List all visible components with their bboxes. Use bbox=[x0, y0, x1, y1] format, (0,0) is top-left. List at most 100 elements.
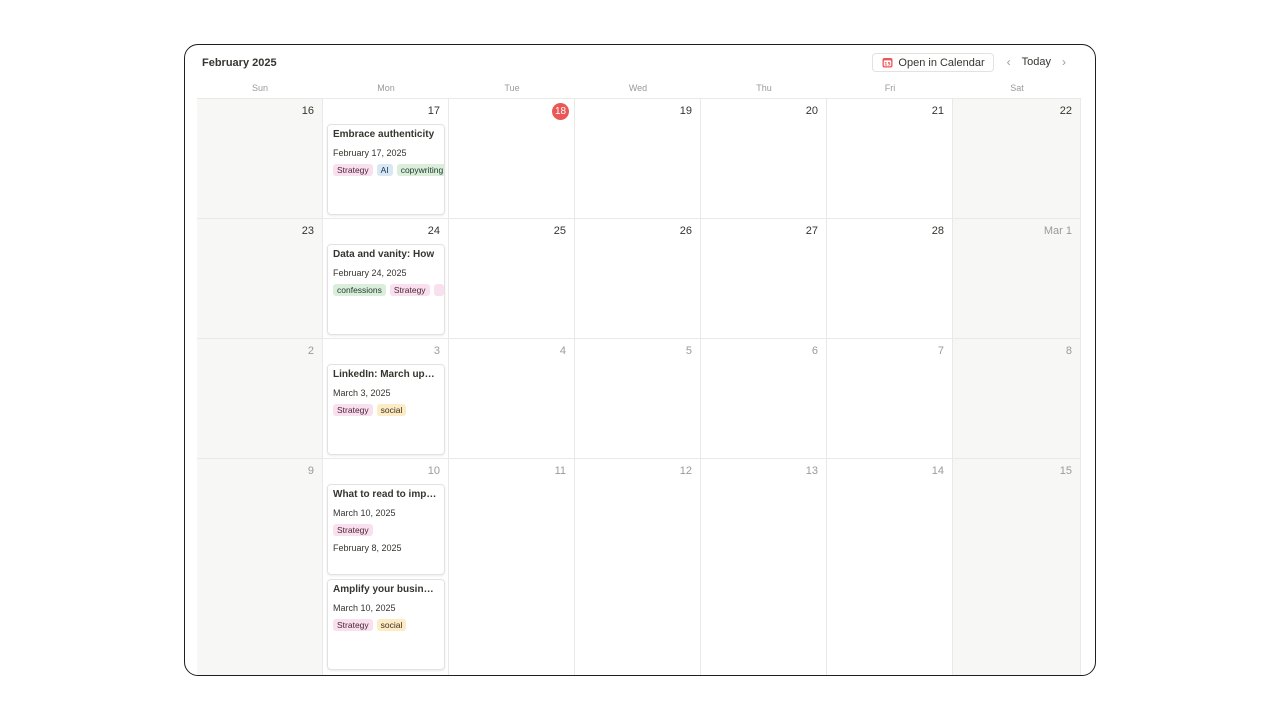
event-card[interactable]: Amplify your business March 10, 2025 Strat… bbox=[327, 579, 445, 670]
weekday-header: Sun Mon Tue Wed Thu Fri Sat bbox=[197, 81, 1081, 95]
day-cell[interactable]: 20 bbox=[701, 99, 827, 219]
day-number: 22 bbox=[1059, 105, 1072, 117]
tag-confessions: confessions bbox=[333, 284, 386, 296]
event-title: What to read to improve bbox=[333, 489, 439, 500]
day-cell[interactable]: 12 bbox=[575, 459, 701, 675]
day-cell[interactable]: 3 LinkedIn: March update March 3, 2025 Stra… bbox=[323, 339, 449, 459]
day-cell[interactable]: 23 bbox=[197, 219, 323, 339]
day-cell[interactable]: 28 bbox=[827, 219, 953, 339]
today-date-badge: 18 bbox=[552, 103, 569, 120]
day-cell[interactable]: 25 bbox=[449, 219, 575, 339]
today-button[interactable]: Today bbox=[1022, 53, 1051, 72]
day-number: 15 bbox=[1059, 465, 1072, 477]
event-date: February 24, 2025 bbox=[333, 268, 407, 278]
event-card[interactable]: Embrace authenticity February 17, 2025 Str… bbox=[327, 124, 445, 215]
day-cell[interactable]: 2 bbox=[197, 339, 323, 459]
month-title: February 2025 bbox=[202, 57, 277, 69]
event-tags: Strategy social bbox=[333, 619, 410, 631]
day-cell[interactable]: 19 bbox=[575, 99, 701, 219]
day-number: 3 bbox=[433, 345, 440, 357]
tag-strategy: Strategy bbox=[333, 619, 373, 631]
weekday-label: Fri bbox=[884, 83, 896, 93]
event-tags: Strategy social bbox=[333, 404, 410, 416]
day-number: 5 bbox=[685, 345, 692, 357]
calendar-toolbar: 15 Open in Calendar ‹ Today › bbox=[872, 53, 1073, 72]
tag-overflow bbox=[433, 284, 444, 296]
day-number: 16 bbox=[301, 105, 314, 117]
week-row: 2 3 LinkedIn: March update March 3, 2025 Str… bbox=[197, 339, 1081, 459]
event-date: March 10, 2025 bbox=[333, 508, 396, 518]
day-number: 26 bbox=[679, 225, 692, 237]
weekday-label: Sun bbox=[251, 83, 268, 93]
event-title: Amplify your business bbox=[333, 584, 439, 595]
day-cell[interactable]: 13 bbox=[701, 459, 827, 675]
weekday-label: Thu bbox=[756, 83, 772, 93]
day-number: 27 bbox=[805, 225, 818, 237]
day-number: 25 bbox=[553, 225, 566, 237]
event-title: LinkedIn: March update bbox=[333, 369, 439, 380]
day-number: 8 bbox=[1065, 345, 1072, 357]
day-cell[interactable]: 5 bbox=[575, 339, 701, 459]
day-cell[interactable]: 6 bbox=[701, 339, 827, 459]
event-date: March 10, 2025 bbox=[333, 603, 396, 613]
day-number: 6 bbox=[811, 345, 818, 357]
day-cell[interactable]: 15 bbox=[953, 459, 1081, 675]
day-number: 28 bbox=[931, 225, 944, 237]
tag-strategy: Strategy bbox=[333, 524, 373, 536]
calendar-view: February 2025 15 Open in Calendar ‹ Toda… bbox=[184, 44, 1096, 676]
tag-social: social bbox=[376, 404, 407, 416]
chevron-right-icon[interactable]: › bbox=[1055, 53, 1073, 72]
tag-strategy: Strategy bbox=[333, 404, 373, 416]
tag-copywriting: copywriting bbox=[396, 164, 444, 176]
week-row: 23 24 Data and vanity: How February 24, 202… bbox=[197, 219, 1081, 339]
day-number: 4 bbox=[559, 345, 566, 357]
day-cell[interactable]: 27 bbox=[701, 219, 827, 339]
day-number: 10 bbox=[427, 465, 440, 477]
day-number: 17 bbox=[427, 105, 440, 117]
weekday-label: Tue bbox=[504, 83, 520, 93]
day-number: 20 bbox=[805, 105, 818, 117]
day-cell[interactable]: 26 bbox=[575, 219, 701, 339]
day-number: 12 bbox=[679, 465, 692, 477]
weekday-label: Sat bbox=[1010, 83, 1024, 93]
day-number: Mar 1 bbox=[1043, 225, 1072, 237]
day-number: 19 bbox=[679, 105, 692, 117]
day-cell[interactable]: Mar 1 bbox=[953, 219, 1081, 339]
event-tags: confessions Strategy bbox=[333, 284, 444, 296]
event-title: Embrace authenticity bbox=[333, 129, 435, 140]
svg-text:15: 15 bbox=[885, 61, 891, 67]
day-cell[interactable]: 24 Data and vanity: How February 24, 2025 c… bbox=[323, 219, 449, 339]
event-date-secondary: February 8, 2025 bbox=[333, 543, 402, 553]
open-in-calendar-button[interactable]: 15 Open in Calendar bbox=[872, 53, 994, 72]
day-number: 7 bbox=[937, 345, 944, 357]
event-card[interactable]: LinkedIn: March update March 3, 2025 Strat… bbox=[327, 364, 445, 455]
day-cell[interactable]: 10 What to read to improve March 10, 2025 S… bbox=[323, 459, 449, 675]
day-cell[interactable]: 22 bbox=[953, 99, 1081, 219]
day-number: 23 bbox=[301, 225, 314, 237]
month-grid: 16 17 Embrace authenticity February 17, 202… bbox=[197, 98, 1081, 675]
day-cell[interactable]: 9 bbox=[197, 459, 323, 675]
tag-strategy: Strategy bbox=[389, 284, 430, 296]
chevron-left-icon[interactable]: ‹ bbox=[1000, 53, 1018, 72]
day-number: 13 bbox=[805, 465, 818, 477]
weekday-label: Wed bbox=[628, 83, 648, 93]
week-row: 9 10 What to read to improve March 10, 2025… bbox=[197, 459, 1081, 675]
event-card[interactable]: Data and vanity: How February 24, 2025 con… bbox=[327, 244, 445, 335]
event-title: Data and vanity: How bbox=[333, 249, 435, 260]
day-cell[interactable]: 17 Embrace authenticity February 17, 2025 S… bbox=[323, 99, 449, 219]
day-number: 11 bbox=[554, 465, 566, 477]
day-cell[interactable]: 16 bbox=[197, 99, 323, 219]
open-in-calendar-label: Open in Calendar bbox=[898, 56, 985, 69]
day-cell[interactable]: 7 bbox=[827, 339, 953, 459]
event-card[interactable]: What to read to improve March 10, 2025 Str… bbox=[327, 484, 445, 575]
day-cell[interactable]: 18 bbox=[449, 99, 575, 219]
day-cell[interactable]: 11 bbox=[449, 459, 575, 675]
day-cell[interactable]: 8 bbox=[953, 339, 1081, 459]
day-cell[interactable]: 21 bbox=[827, 99, 953, 219]
day-cell[interactable]: 4 bbox=[449, 339, 575, 459]
day-cell[interactable]: 14 bbox=[827, 459, 953, 675]
day-number: 24 bbox=[427, 225, 440, 237]
tag-ai: AI bbox=[376, 164, 393, 176]
weekday-label: Mon bbox=[377, 83, 395, 93]
week-row: 16 17 Embrace authenticity February 17, 202… bbox=[197, 99, 1081, 219]
